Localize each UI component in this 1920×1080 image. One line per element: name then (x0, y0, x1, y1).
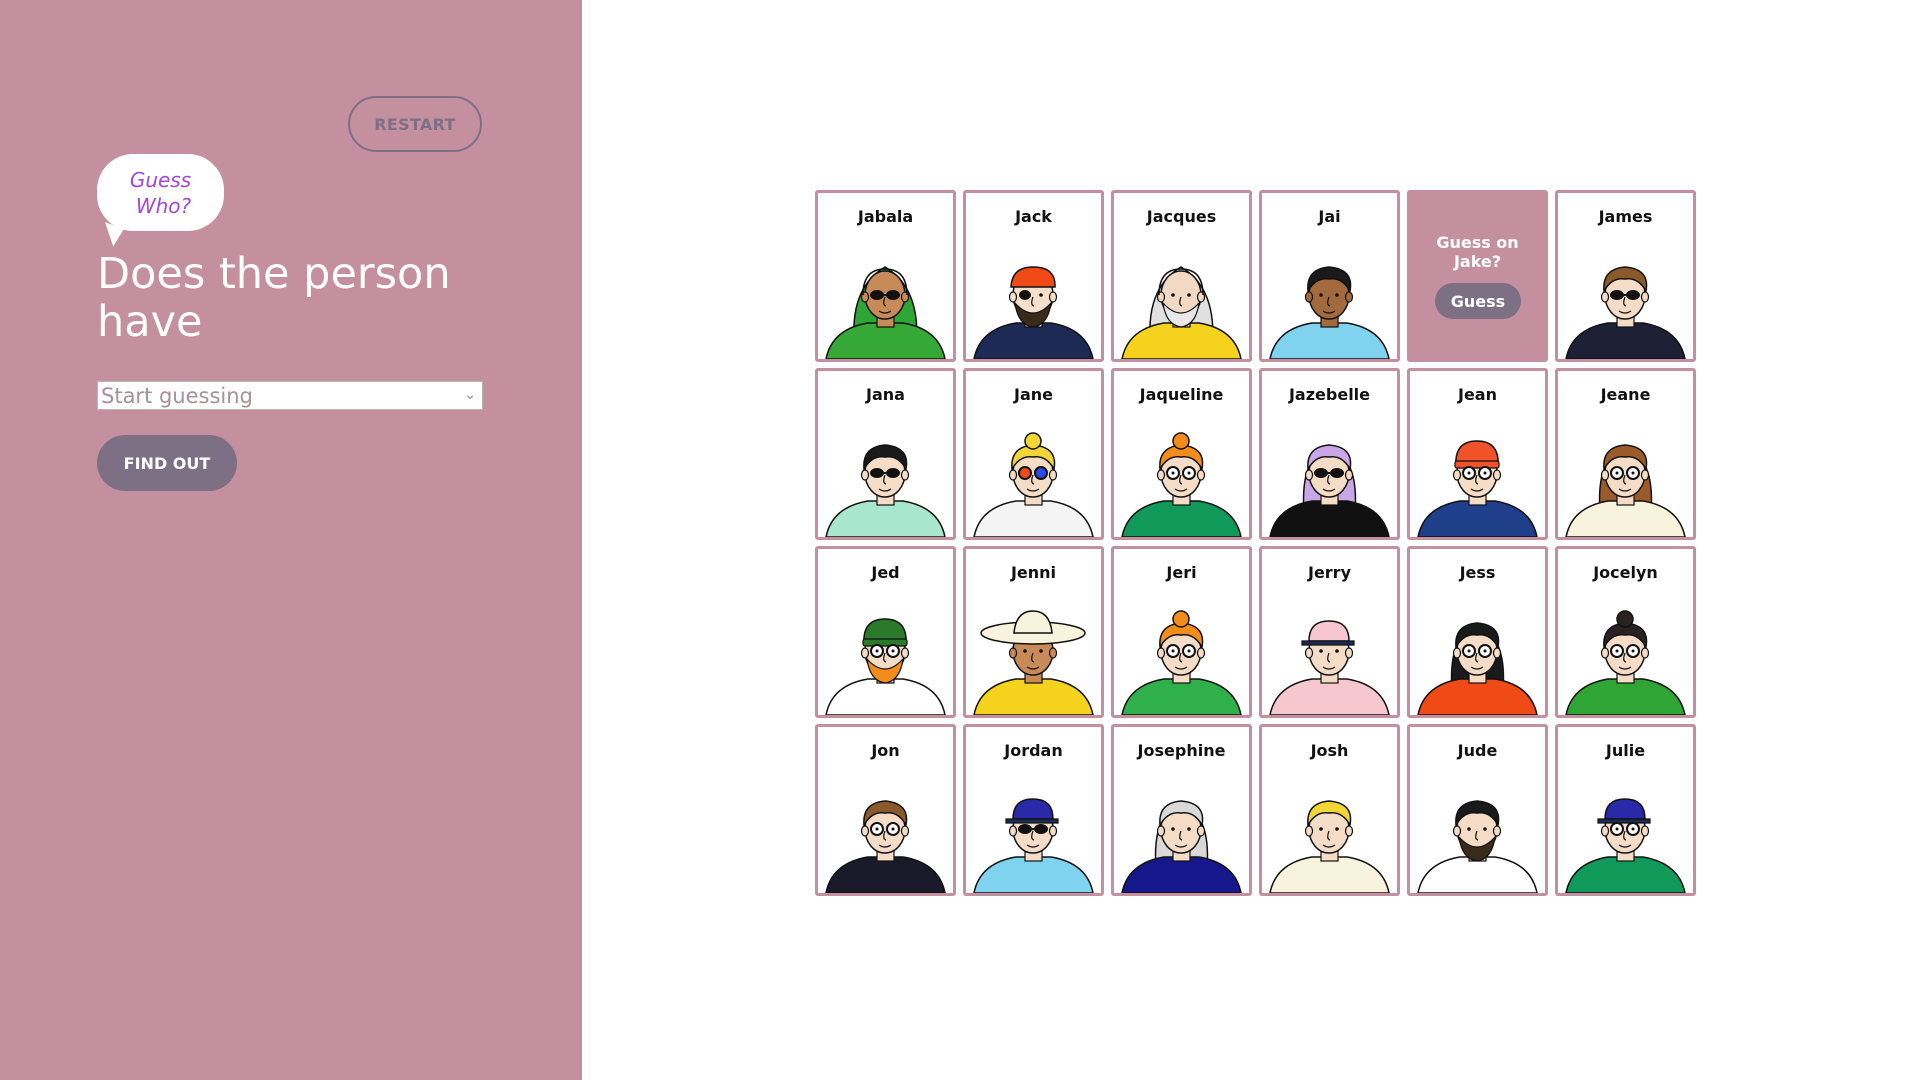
find-out-button[interactable]: FIND OUT (97, 435, 237, 491)
character-name: Jane (1014, 385, 1053, 404)
restart-button[interactable]: RESTART (348, 96, 482, 152)
character-name: Jerry (1307, 563, 1351, 582)
guess-prompt-line-1: Guess on (1436, 233, 1519, 252)
character-name: Jabala (857, 207, 914, 226)
logo-line-2: Who? (135, 193, 192, 218)
character-name: James (1598, 207, 1653, 226)
character-portrait-icon (973, 432, 1094, 537)
sidebar: RESTART Guess Who? Does the person have … (0, 0, 582, 1080)
character-portrait-icon (1417, 622, 1538, 715)
character-card-jean[interactable]: Jean (1407, 368, 1548, 540)
character-portrait-icon (1269, 800, 1390, 893)
character-name: Jess (1459, 563, 1496, 582)
character-portrait-icon (1565, 610, 1686, 715)
character-portrait-icon (1269, 620, 1390, 715)
character-portrait-icon (1121, 266, 1242, 359)
character-name: Josh (1310, 741, 1349, 760)
character-card-jocelyn[interactable]: Jocelyn (1555, 546, 1696, 718)
character-name: Julie (1605, 741, 1646, 760)
character-portrait-icon (1121, 800, 1242, 893)
character-board: Jabala Jack Jacques Jai Guess on Jake? Guess Ja… (815, 190, 1696, 896)
character-card-julie[interactable]: Julie (1555, 724, 1696, 896)
character-name: Jed (871, 563, 900, 582)
character-card-jon[interactable]: Jon (815, 724, 956, 896)
guess-prompt-line-2: Jake? (1453, 252, 1502, 271)
character-portrait-icon (825, 618, 946, 715)
character-card-jaqueline[interactable]: Jaqueline (1111, 368, 1252, 540)
speech-bubble-tail (98, 222, 124, 248)
character-card-jed[interactable]: Jed (815, 546, 956, 718)
character-card-jai[interactable]: Jai (1259, 190, 1400, 362)
character-card-jenni[interactable]: Jenni (963, 546, 1104, 718)
character-portrait-icon (1417, 800, 1538, 893)
character-portrait-icon (973, 266, 1094, 359)
character-card-james[interactable]: James (1555, 190, 1696, 362)
character-name: Jean (1458, 385, 1497, 404)
character-card-jane[interactable]: Jane (963, 368, 1104, 540)
character-portrait-icon (1269, 266, 1390, 359)
character-card-jacques[interactable]: Jacques (1111, 190, 1252, 362)
character-name: Jenni (1010, 563, 1057, 582)
character-name: Jazebelle (1288, 385, 1371, 404)
character-portrait-icon (1565, 266, 1686, 359)
character-portrait-icon (1269, 444, 1390, 537)
character-name: Jai (1318, 207, 1341, 226)
character-name: Jaqueline (1139, 385, 1224, 404)
character-portrait-icon (973, 610, 1094, 715)
character-portrait-icon (1121, 610, 1242, 715)
character-card-jordan[interactable]: Jordan (963, 724, 1104, 896)
question-title: Does the person have (97, 249, 451, 347)
character-name: Jocelyn (1593, 563, 1658, 582)
character-name: Jack (1015, 207, 1052, 226)
guess-button[interactable]: Guess (1435, 283, 1521, 319)
character-portrait-icon (1565, 444, 1686, 537)
character-card-jess[interactable]: Jess (1407, 546, 1548, 718)
guess-card[interactable]: Guess on Jake? Guess (1407, 190, 1548, 362)
character-card-jude[interactable]: Jude (1407, 724, 1548, 896)
character-card-jeri[interactable]: Jeri (1111, 546, 1252, 718)
character-card-jazebelle[interactable]: Jazebelle (1259, 368, 1400, 540)
attribute-select-input[interactable]: Start guessing (98, 382, 482, 409)
character-card-jana[interactable]: Jana (815, 368, 956, 540)
character-card-josephine[interactable]: Josephine (1111, 724, 1252, 896)
character-name: Jon (871, 741, 900, 760)
character-name: Jeane (1600, 385, 1651, 404)
character-card-jabala[interactable]: Jabala (815, 190, 956, 362)
guess-prompt: Guess on Jake? (1410, 233, 1545, 271)
character-card-jerry[interactable]: Jerry (1259, 546, 1400, 718)
character-portrait-icon (825, 266, 946, 359)
character-name: Jordan (1004, 741, 1063, 760)
character-name: Jeri (1166, 563, 1197, 582)
character-portrait-icon (825, 800, 946, 893)
attribute-select[interactable]: Start guessing ⌄ (97, 381, 483, 410)
character-card-josh[interactable]: Josh (1259, 724, 1400, 896)
logo-line-1: Guess (129, 167, 192, 192)
character-name: Jacques (1146, 207, 1217, 226)
character-name: Jude (1457, 741, 1498, 760)
character-portrait-icon (1121, 432, 1242, 537)
character-portrait-icon (825, 444, 946, 537)
guess-who-logo: Guess Who? (97, 154, 224, 248)
character-card-jeane[interactable]: Jeane (1555, 368, 1696, 540)
character-name: Josephine (1137, 741, 1226, 760)
character-portrait-icon (973, 798, 1094, 893)
character-name: Jana (866, 385, 905, 404)
character-portrait-icon (1565, 798, 1686, 893)
character-portrait-icon (1417, 440, 1538, 537)
character-card-jack[interactable]: Jack (963, 190, 1104, 362)
